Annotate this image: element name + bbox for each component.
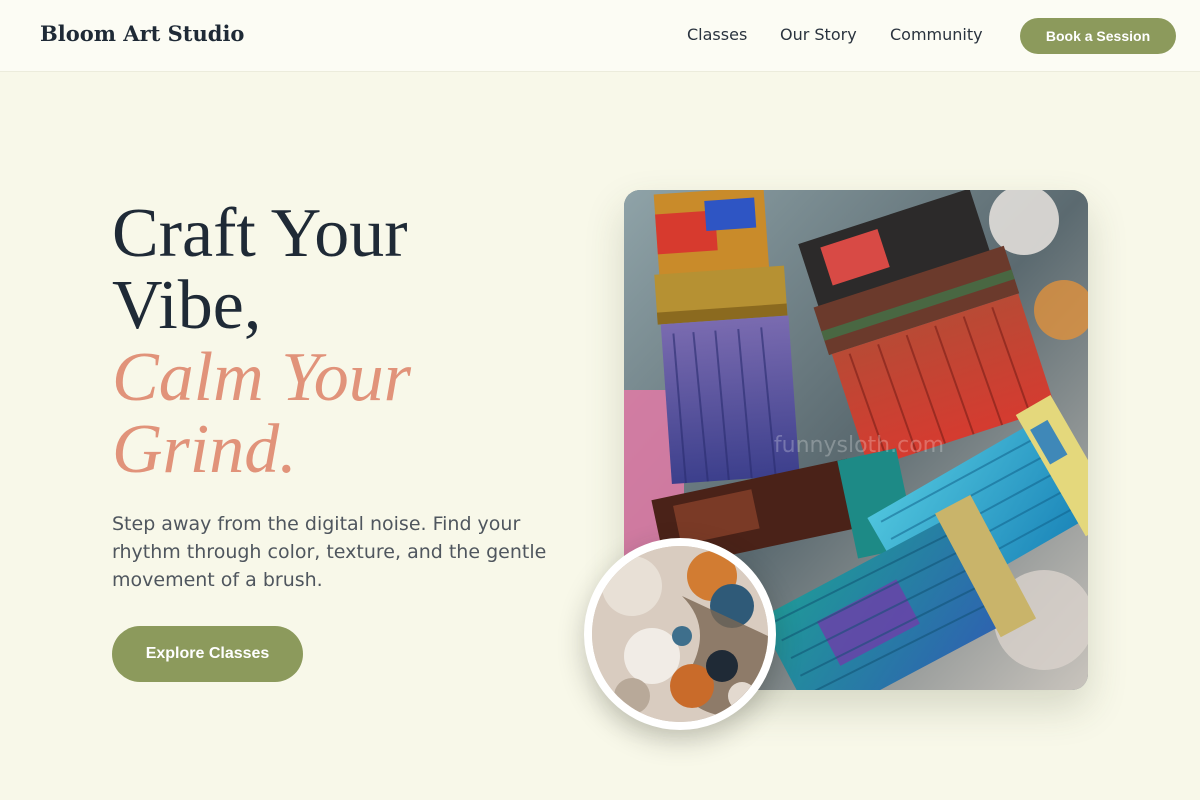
paint-texture-circle-image xyxy=(584,538,776,730)
image-watermark: funnysloth.com xyxy=(774,433,944,458)
site-header: Bloom Art Studio Classes Our Story Commu… xyxy=(0,0,1200,72)
paint-texture-illustration xyxy=(592,546,768,722)
nav-link-classes[interactable]: Classes xyxy=(687,25,747,44)
hero-description: Step away from the digital noise. Find y… xyxy=(112,513,547,591)
hero-title-accent-line-1: Calm Your xyxy=(112,339,411,416)
nav-link-our-story[interactable]: Our Story xyxy=(780,25,857,44)
explore-classes-button[interactable]: Explore Classes xyxy=(112,626,303,682)
nav-link-community[interactable]: Community xyxy=(890,25,983,44)
brand-logo[interactable]: Bloom Art Studio xyxy=(40,21,244,46)
hero-title-accent-line-2: Grind. xyxy=(112,411,297,488)
book-session-button[interactable]: Book a Session xyxy=(1020,18,1176,54)
hero-title-line-2: Vibe, xyxy=(112,267,262,344)
hero-title-line-1: Craft Your xyxy=(112,195,408,272)
hero-title: Craft Your Vibe, Calm Your Grind. xyxy=(112,198,552,486)
